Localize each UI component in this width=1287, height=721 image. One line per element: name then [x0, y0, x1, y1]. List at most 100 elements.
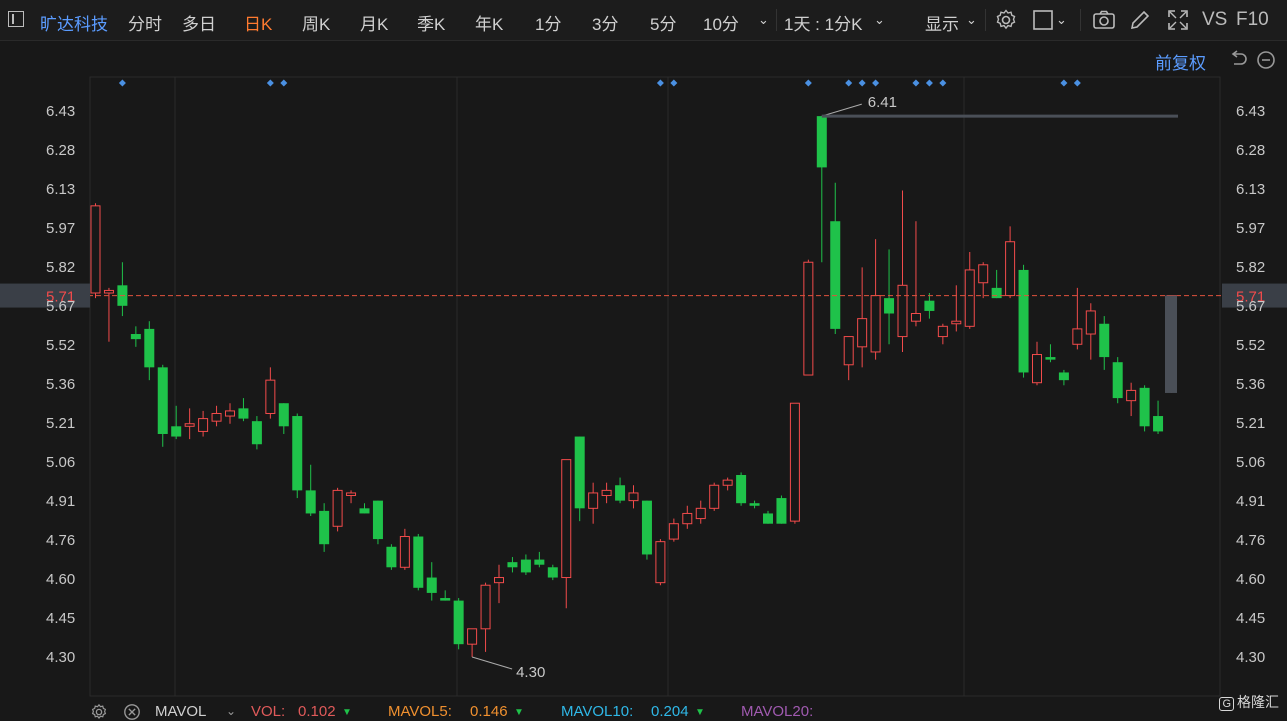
candle-body-up	[964, 269, 975, 327]
candle-body-down	[238, 408, 249, 419]
y-tick-label-right: 6.43	[1236, 103, 1265, 120]
mavol5-value: 0.146	[470, 703, 508, 720]
overlays: 5.71 5.716.414.30	[0, 94, 1287, 681]
candle-body-up	[682, 512, 693, 525]
candle-body-up	[978, 264, 989, 284]
candle-body-down	[359, 508, 370, 514]
current-price-label-bg-left	[0, 283, 90, 308]
candle-body-down	[763, 513, 773, 524]
y-tick-label-right: 4.60	[1236, 571, 1265, 588]
y-tick-label-left: 5.06	[46, 454, 75, 471]
candle-body-down	[171, 426, 182, 437]
candle-body-down	[453, 600, 464, 645]
y-tick-label-left: 5.97	[46, 220, 75, 237]
plot-border	[89, 76, 1221, 697]
candle-body-up	[870, 295, 881, 353]
candle-body-down	[534, 559, 545, 565]
event-markers	[118, 79, 1081, 87]
candle-body-up	[480, 584, 491, 630]
candle-body-up	[1005, 241, 1016, 297]
candle-body-up	[467, 628, 478, 645]
y-tick-label-right: 5.52	[1236, 337, 1265, 354]
close-icon[interactable]	[123, 703, 141, 721]
candle-body-up	[494, 577, 504, 584]
candle-body-down	[372, 500, 383, 540]
candle-body-down	[574, 436, 585, 509]
y-tick-label-right: 5.97	[1236, 220, 1265, 237]
candle-body-up	[265, 379, 276, 414]
settings-icon[interactable]	[90, 703, 108, 721]
candle-body-up	[211, 412, 222, 422]
down-triangle-icon: ▼	[514, 707, 524, 718]
y-tick-label-left: 5.21	[46, 415, 75, 432]
candle-body-down	[1139, 387, 1150, 427]
candle-body-up	[897, 284, 908, 338]
candle-body-down	[319, 510, 330, 545]
candle-body-down	[507, 562, 518, 568]
low-annotation-label: 4.30	[516, 664, 545, 681]
candle-body-down	[386, 546, 397, 568]
candle-body-up	[1085, 310, 1096, 335]
event-marker	[872, 79, 880, 87]
y-tick-label-right: 5.67	[1236, 298, 1265, 315]
y-tick-label-right: 4.45	[1236, 610, 1265, 627]
mavol10-value: 0.204	[651, 703, 689, 720]
current-price-bar	[1165, 295, 1177, 393]
logo-icon: G	[1219, 697, 1234, 711]
candle-body-down	[991, 287, 1002, 299]
y-tick-label-right: 6.28	[1236, 142, 1265, 159]
candle-body-down	[816, 116, 827, 168]
candle-body-up	[910, 313, 921, 322]
candle-body-down	[776, 498, 787, 524]
event-marker	[280, 79, 288, 87]
candle-body-up	[103, 289, 114, 294]
y-tick-label-right: 5.21	[1236, 415, 1265, 432]
candle-body-up	[655, 541, 666, 584]
y-tick-label-right: 5.36	[1236, 376, 1265, 393]
candle-body-up	[803, 261, 814, 376]
candle-body-up	[1126, 389, 1137, 402]
candle-body-down	[641, 500, 652, 555]
y-tick-label-right: 5.82	[1236, 259, 1265, 276]
candle-body-down	[1058, 372, 1069, 381]
candle-body-up	[225, 410, 235, 417]
candle-body-down	[251, 421, 262, 445]
candle-body-down	[749, 503, 760, 506]
event-marker	[266, 79, 274, 87]
event-marker	[118, 79, 126, 87]
candle-body-up	[937, 325, 948, 338]
candle-body-up	[561, 459, 572, 579]
high-annotation-label: 6.41	[868, 94, 897, 111]
candle-body-down	[547, 567, 558, 578]
mavol10-label: MAVOL10:	[561, 703, 634, 720]
candle-body-down	[413, 536, 424, 588]
candle-body-down	[440, 598, 451, 601]
down-triangle-icon: ▼	[695, 707, 705, 718]
event-marker	[656, 79, 664, 87]
mavol20-label: MAVOL20:	[741, 703, 814, 720]
candle-body-up	[184, 423, 195, 427]
event-marker	[670, 79, 678, 87]
candle-body-up	[951, 320, 962, 325]
candle-body-down	[305, 490, 316, 514]
y-tick-label-left: 4.91	[46, 493, 75, 510]
event-marker	[1060, 79, 1068, 87]
indicator-chevron-icon[interactable]: ⌄	[226, 704, 236, 718]
high-annotation-leader	[821, 103, 862, 117]
candle-body-down	[130, 334, 141, 340]
indicator-name[interactable]: MAVOL	[155, 703, 206, 720]
y-tick-label-left: 5.36	[46, 376, 75, 393]
y-tick-label-left: 6.28	[46, 142, 75, 159]
y-tick-label-right: 6.13	[1236, 181, 1265, 198]
watermark-text: 格隆汇	[1237, 694, 1279, 710]
y-tick-label-left: 5.82	[46, 259, 75, 276]
candle-body-down	[1153, 416, 1164, 432]
candle-body-down	[144, 328, 155, 368]
event-marker	[845, 79, 853, 87]
candle-body-down	[1045, 357, 1056, 360]
candle-body-up	[198, 418, 209, 432]
candle-body-up	[1072, 328, 1083, 345]
candle-body-up	[399, 536, 410, 568]
y-tick-label-right: 4.76	[1236, 532, 1265, 549]
candlestick-chart[interactable]: 5.71 5.716.414.30 6.43 6.436.28 6.286.13 6.1…	[0, 0, 1287, 720]
